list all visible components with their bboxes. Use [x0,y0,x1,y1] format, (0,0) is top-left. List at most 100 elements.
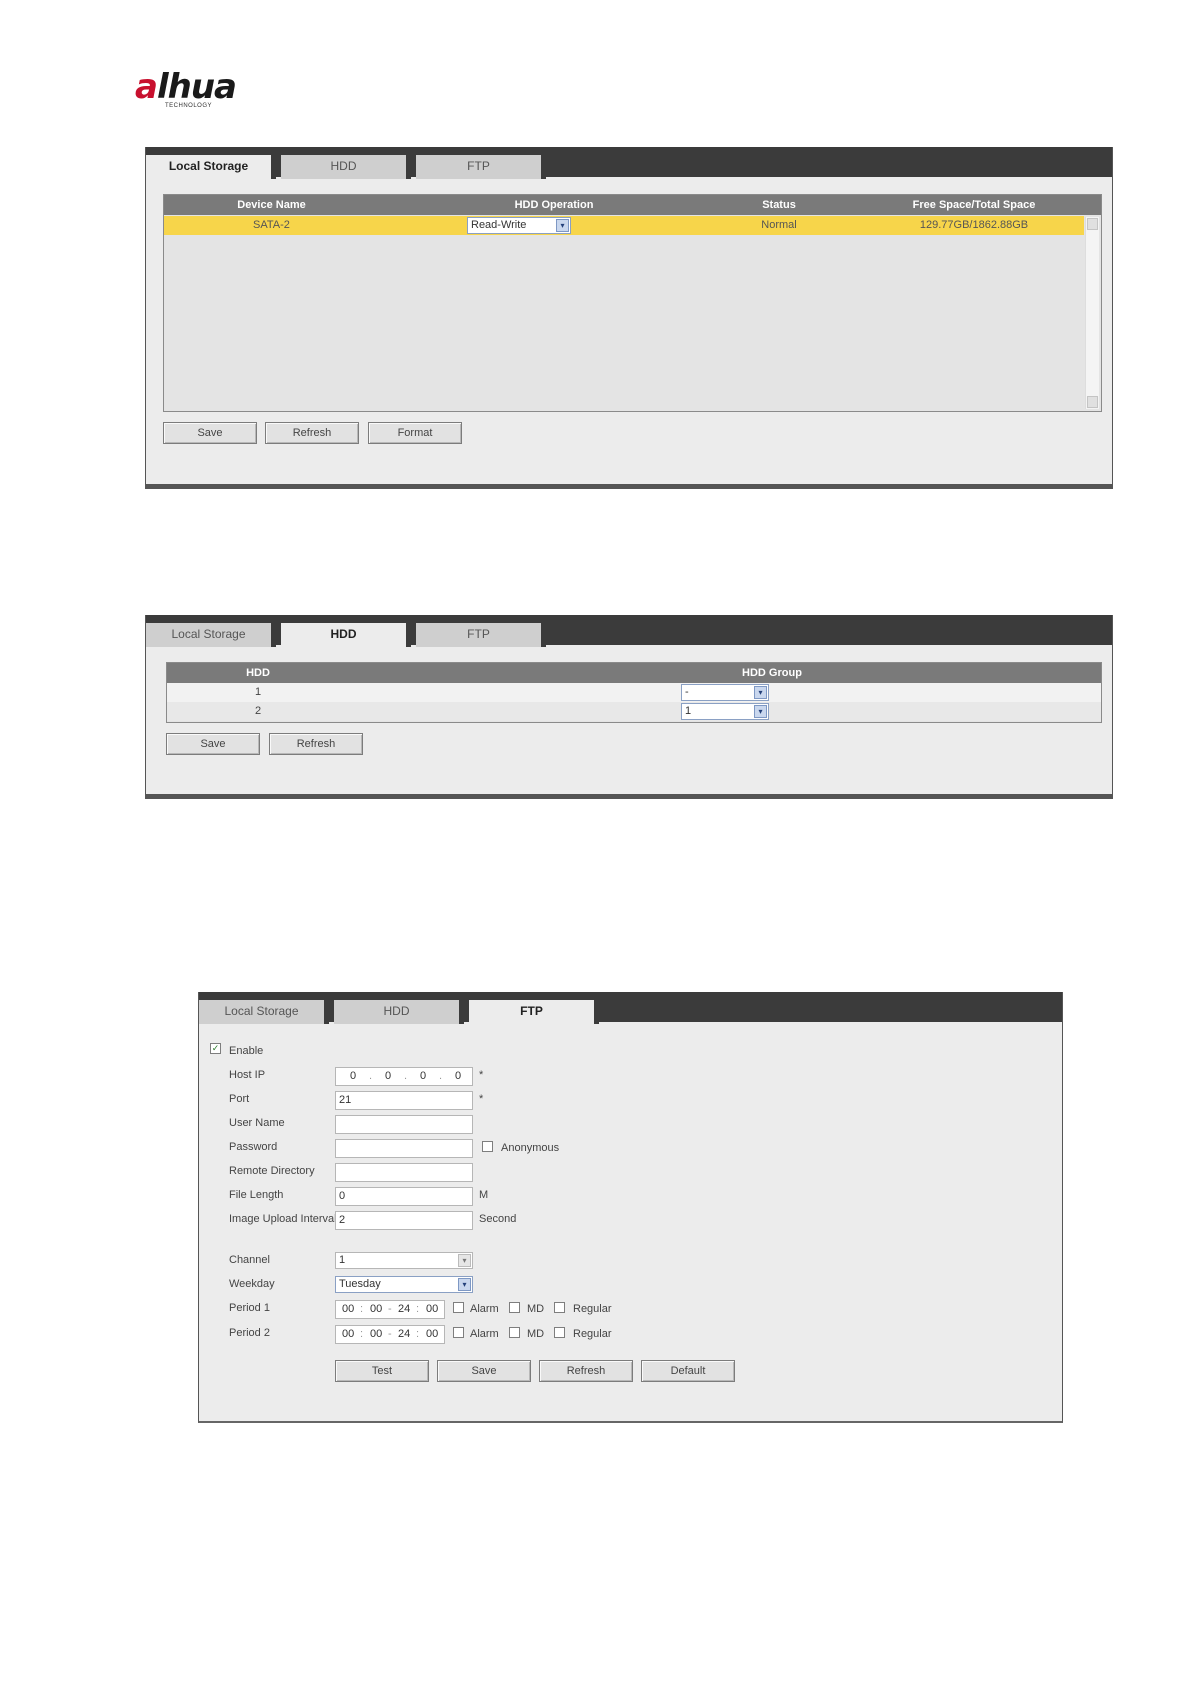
period-end-minute[interactable]: 00 [426,1326,438,1343]
period-end-hour[interactable]: 24 [398,1301,410,1318]
table-row[interactable]: 2 1 ▾ [167,702,1101,721]
period-start-hour[interactable]: 00 [342,1326,354,1343]
tab-local-storage[interactable]: Local Storage [146,623,276,647]
chevron-down-icon[interactable]: ▾ [556,219,569,232]
period-end-minute[interactable]: 00 [426,1301,438,1318]
save-button[interactable]: Save [163,422,257,444]
regular-label: Regular [573,1303,612,1315]
refresh-button[interactable]: Refresh [269,733,363,755]
upload-interval-input[interactable]: 2 [335,1211,473,1230]
chevron-down-icon[interactable]: ▾ [754,686,767,699]
enable-label: Enable [229,1045,264,1057]
period-1-md-checkbox[interactable] [509,1302,520,1313]
period-start-minute[interactable]: 00 [370,1301,382,1318]
file-length-unit: M [479,1189,489,1201]
port-input[interactable]: 21 [335,1091,473,1110]
channel-label: Channel [229,1254,270,1266]
period-2-alarm-checkbox[interactable] [453,1327,464,1338]
tab-hdd[interactable]: HDD [281,155,411,179]
ip-octet-1[interactable]: 0 [350,1068,356,1085]
period-1-label: Period 1 [229,1302,270,1314]
test-button[interactable]: Test [335,1360,429,1382]
enable-checkbox[interactable]: ✓ [210,1043,221,1054]
tab-ftp[interactable]: FTP [469,1000,599,1024]
refresh-button[interactable]: Refresh [539,1360,633,1382]
ip-octet-3[interactable]: 0 [420,1068,426,1085]
file-length-input[interactable]: 0 [335,1187,473,1206]
ip-octet-2[interactable]: 0 [385,1068,391,1085]
dahua-logo: alhua TECHNOLOGY [135,70,260,110]
period-end-hour[interactable]: 24 [398,1326,410,1343]
period-start-hour[interactable]: 00 [342,1301,354,1318]
local-storage-panel: Local Storage HDD FTP Device Name HDD Op… [145,147,1113,489]
ip-dot: . [369,1070,373,1082]
period-1-input[interactable]: 00 : 00 - 24 : 00 [335,1300,445,1319]
ip-dot: . [404,1070,408,1082]
period-2-regular-checkbox[interactable] [554,1327,565,1338]
period-sep: : [416,1303,420,1315]
cell-free-space: 129.77GB/1862.88GB [919,219,1029,231]
password-label: Password [229,1141,278,1153]
period-2-input[interactable]: 00 : 00 - 24 : 00 [335,1325,445,1344]
save-button[interactable]: Save [437,1360,531,1382]
format-button[interactable]: Format [368,422,462,444]
hdd-operation-select[interactable]: Read-Write ▾ [467,217,571,234]
port-label: Port [229,1093,250,1105]
tab-local-storage[interactable]: Local Storage [199,1000,329,1024]
table-header: HDD HDD Group [167,663,1101,683]
col-hdd-group: HDD Group [742,667,802,679]
channel-select[interactable]: 1 ▾ [335,1252,473,1269]
password-input[interactable] [335,1139,473,1158]
period-1-regular-checkbox[interactable] [554,1302,565,1313]
host-ip-label: Host IP [229,1069,266,1081]
period-sep: - [388,1328,392,1340]
hdd-group-select[interactable]: - ▾ [681,684,769,701]
remote-directory-label: Remote Directory [229,1165,315,1177]
storage-table: Device Name HDD Operation Status Free Sp… [163,194,1102,412]
col-status: Status [762,199,796,211]
hdd-group-select[interactable]: 1 ▾ [681,703,769,720]
anonymous-label: Anonymous [501,1142,560,1154]
period-sep: - [388,1303,392,1315]
weekday-value: Tuesday [339,1278,381,1290]
required-mark: * [479,1069,484,1081]
tab-ftp[interactable]: FTP [416,155,546,179]
channel-value: 1 [339,1254,346,1266]
period-2-md-checkbox[interactable] [509,1327,520,1338]
logo-wordmark: alhua [135,67,237,107]
weekday-select[interactable]: Tuesday ▾ [335,1276,473,1293]
table-row[interactable]: 1 - ▾ [167,683,1101,702]
chevron-down-icon[interactable]: ▾ [754,705,767,718]
tab-local-storage[interactable]: Local Storage [146,155,276,179]
period-1-alarm-checkbox[interactable] [453,1302,464,1313]
upload-interval-unit: Second [479,1213,517,1225]
user-name-input[interactable] [335,1115,473,1134]
vertical-scrollbar[interactable] [1085,217,1099,409]
user-name-label: User Name [229,1117,285,1129]
period-start-minute[interactable]: 00 [370,1326,382,1343]
logo-subtitle: TECHNOLOGY [165,103,213,109]
tab-hdd[interactable]: HDD [281,623,411,647]
tab-ftp[interactable]: FTP [416,623,546,647]
tab-hdd[interactable]: HDD [334,1000,464,1024]
scroll-down-arrow[interactable] [1087,396,1098,408]
upload-interval-label: Image Upload Interval [229,1213,337,1225]
refresh-button[interactable]: Refresh [265,422,359,444]
remote-directory-input[interactable] [335,1163,473,1182]
period-sep: : [360,1303,364,1315]
table-row[interactable]: SATA-2 Read-Write ▾ Normal 129.77GB/1862… [164,216,1084,235]
col-device-name: Device Name [237,199,306,211]
default-button[interactable]: Default [641,1360,735,1382]
host-ip-input[interactable]: 0 . 0 . 0 . 0 [335,1067,473,1086]
col-free-space: Free Space/Total Space [912,199,1036,211]
ip-octet-4[interactable]: 0 [455,1068,461,1085]
chevron-down-icon[interactable]: ▾ [458,1254,471,1267]
chevron-down-icon[interactable]: ▾ [458,1278,471,1291]
hdd-operation-value: Read-Write [471,219,527,231]
panel-bottom-border [146,794,1112,798]
save-button[interactable]: Save [166,733,260,755]
anonymous-checkbox[interactable] [482,1141,493,1152]
cell-hdd: 2 [254,705,262,717]
scroll-up-arrow[interactable] [1087,218,1098,230]
col-hdd: HDD [246,667,270,679]
